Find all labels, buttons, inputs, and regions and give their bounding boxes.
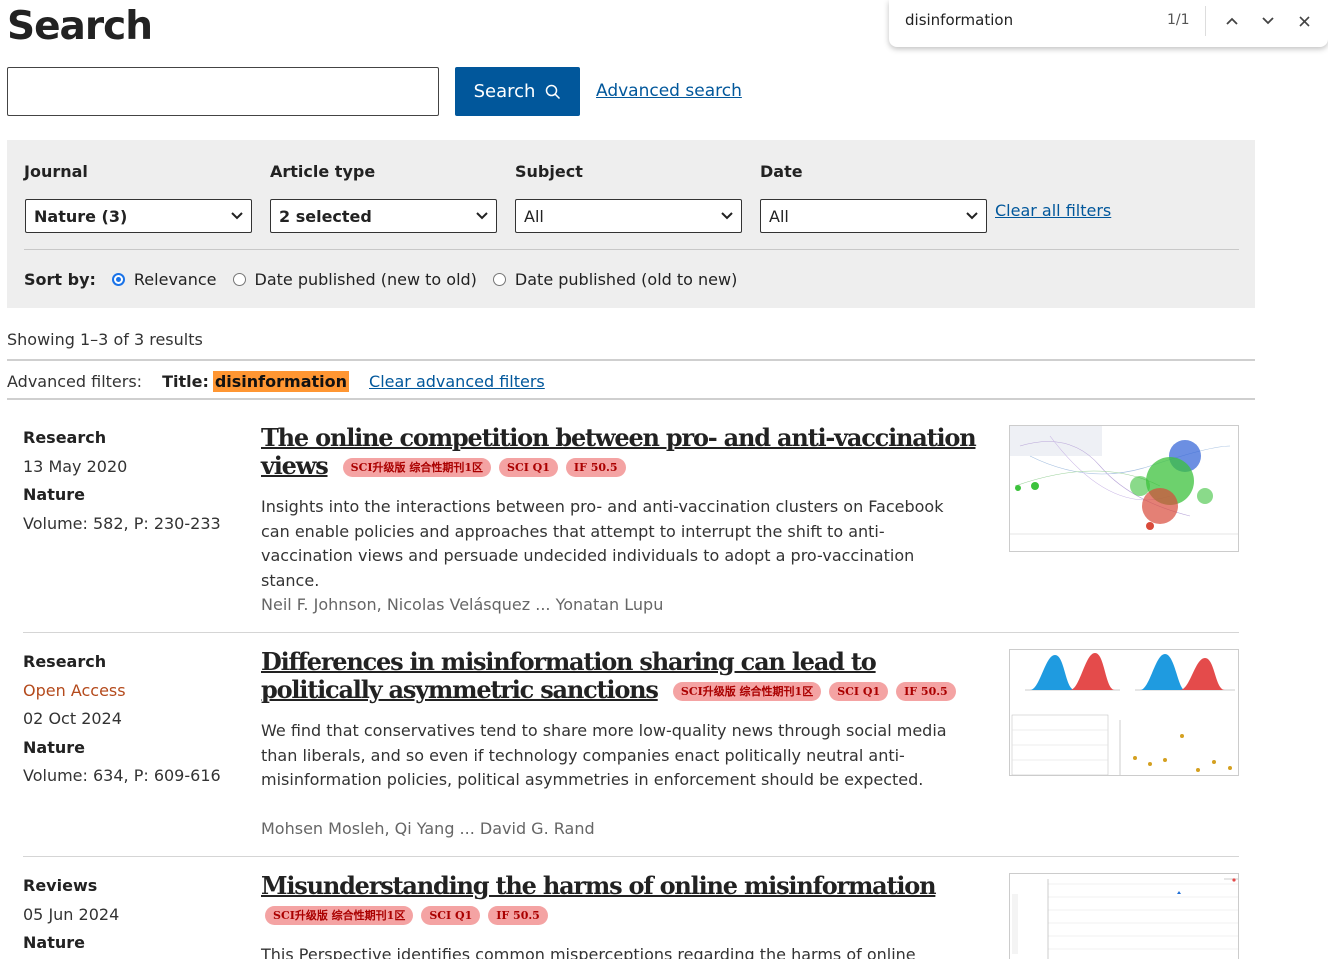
chevron-up-icon — [1226, 17, 1238, 25]
journal-filter-label: Journal — [24, 162, 88, 181]
ranking-badge: IF 50.5 — [896, 682, 956, 701]
article-authors: Neil F. Johnson, Nicolas Velásquez ... Y… — [261, 595, 664, 614]
sort-old-to-new-radio[interactable]: Date published (old to new) — [492, 270, 738, 289]
article-journal: Nature — [23, 485, 85, 504]
page-title: Search — [7, 4, 153, 49]
article-meta: Research Open Access 02 Oct 2024 Nature … — [23, 648, 243, 791]
sort-row: Sort by: Relevance Date published (new t… — [24, 270, 753, 289]
ranking-badge: IF 50.5 — [488, 906, 548, 925]
filters-panel: Journal Article type Subject Date Nature… — [7, 140, 1255, 308]
search-button[interactable]: Search — [455, 67, 580, 116]
article-type: Research — [23, 428, 107, 447]
chevron-down-icon — [1262, 17, 1274, 25]
subject-filter-label: Subject — [515, 162, 583, 181]
radio-icon — [492, 273, 506, 286]
divider — [23, 632, 1239, 633]
article-thumbnail[interactable] — [1009, 873, 1239, 959]
article-type: Research — [23, 652, 107, 671]
article-journal: Nature — [23, 933, 85, 952]
chevron-down-icon — [966, 212, 978, 220]
sort-new-to-old-radio[interactable]: Date published (new to old) — [232, 270, 477, 289]
sort-relevance-radio[interactable]: Relevance — [111, 270, 217, 289]
article-description: This Perspective identifies common mispe… — [261, 945, 916, 959]
find-in-page-bar: disinformation 1/1 — [889, 0, 1328, 47]
article-volume: Volume: 634, P: 609-616 — [23, 766, 221, 785]
article-title: The online competition between pro- and … — [261, 424, 981, 480]
find-previous-button[interactable] — [1220, 9, 1244, 33]
open-access-label: Open Access — [23, 680, 126, 700]
network-figure-image — [1010, 426, 1238, 535]
ranking-badge: SCI Q1 — [499, 458, 558, 477]
article-type-filter-label: Article type — [270, 162, 376, 181]
results-count: Showing 1–3 of 3 results — [7, 330, 203, 349]
distribution-figure-image — [1011, 653, 1235, 775]
article-meta: Reviews 05 Jun 2024 Nature — [23, 872, 243, 958]
close-icon — [1298, 15, 1310, 27]
article-thumbnail[interactable] — [1009, 425, 1239, 552]
article-title-link[interactable]: Misunderstanding the harms of online mis… — [261, 871, 937, 900]
article-title: Differences in misinformation sharing ca… — [261, 648, 981, 704]
advanced-title-label: Title: — [162, 371, 209, 391]
divider — [7, 359, 1255, 361]
advanced-filters-row: Advanced filters: Title: disinformation … — [7, 369, 545, 393]
ranking-badge: SCI升级版 综合性期刊1区 — [342, 458, 491, 477]
article-journal: Nature — [23, 737, 85, 757]
ranking-badge: SCI Q1 — [421, 906, 481, 925]
journal-select-value: Nature (3) — [34, 206, 128, 226]
chevron-down-icon — [721, 212, 733, 220]
sort-option-label: Relevance — [133, 270, 217, 289]
divider — [23, 856, 1239, 857]
line-chart-figure-image — [1012, 878, 1238, 959]
ranking-badge: IF 50.5 — [565, 458, 626, 477]
subject-select[interactable]: All — [515, 199, 742, 233]
sort-option-label: Date published (old to new) — [514, 270, 738, 289]
sort-option-label: Date published (new to old) — [254, 270, 477, 289]
article-date: 13 May 2020 — [23, 456, 128, 476]
clear-all-filters-link[interactable]: Clear all filters — [995, 201, 1111, 220]
find-next-button[interactable] — [1256, 9, 1280, 33]
article-type-select-value: 2 selected — [279, 206, 372, 226]
date-filter-label: Date — [760, 162, 803, 181]
advanced-title-value: disinformation — [212, 370, 350, 392]
radio-icon — [232, 273, 246, 286]
ranking-badge: SCI Q1 — [829, 682, 889, 701]
article-description: We find that conservatives tend to share… — [261, 721, 947, 789]
article-type: Reviews — [23, 876, 98, 895]
date-select-value: All — [769, 206, 789, 226]
ranking-badge: SCI升级版 综合性期刊1区 — [672, 682, 822, 701]
divider — [7, 398, 1255, 400]
article-volume: Volume: 582, P: 230-233 — [23, 513, 221, 533]
ranking-badge: SCI升级版 综合性期刊1区 — [265, 906, 414, 925]
article-date: 02 Oct 2024 — [23, 709, 122, 728]
journal-select[interactable]: Nature (3) — [25, 199, 252, 233]
search-input[interactable] — [7, 67, 439, 116]
advanced-filters-label: Advanced filters: — [7, 371, 143, 391]
date-select[interactable]: All — [760, 199, 987, 233]
filters-divider — [24, 249, 1239, 250]
chevron-down-icon — [231, 212, 243, 220]
article-authors: Mohsen Mosleh, Qi Yang ... David G. Rand — [261, 819, 595, 838]
find-input[interactable]: disinformation — [905, 11, 1013, 29]
find-close-button[interactable] — [1292, 9, 1316, 33]
article-meta: Research 13 May 2020 Nature Volume: 582,… — [23, 424, 243, 538]
find-match-count: 1/1 — [1167, 12, 1190, 28]
sort-label: Sort by: — [24, 270, 96, 289]
clear-advanced-filters-link[interactable]: Clear advanced filters — [369, 372, 545, 391]
search-icon — [546, 84, 561, 99]
article-date: 05 Jun 2024 — [23, 904, 120, 924]
chevron-down-icon — [476, 212, 488, 220]
search-button-label: Search — [473, 81, 536, 102]
article-description: Insights into the interactions between p… — [261, 497, 944, 590]
article-type-select[interactable]: 2 selected — [270, 199, 497, 233]
article-thumbnail[interactable] — [1009, 649, 1239, 776]
radio-selected-icon — [111, 273, 125, 286]
advanced-search-link[interactable]: Advanced search — [596, 81, 742, 101]
subject-select-value: All — [524, 206, 544, 226]
divider — [1205, 6, 1206, 36]
article-title: Misunderstanding the harms of online mis… — [261, 872, 981, 928]
